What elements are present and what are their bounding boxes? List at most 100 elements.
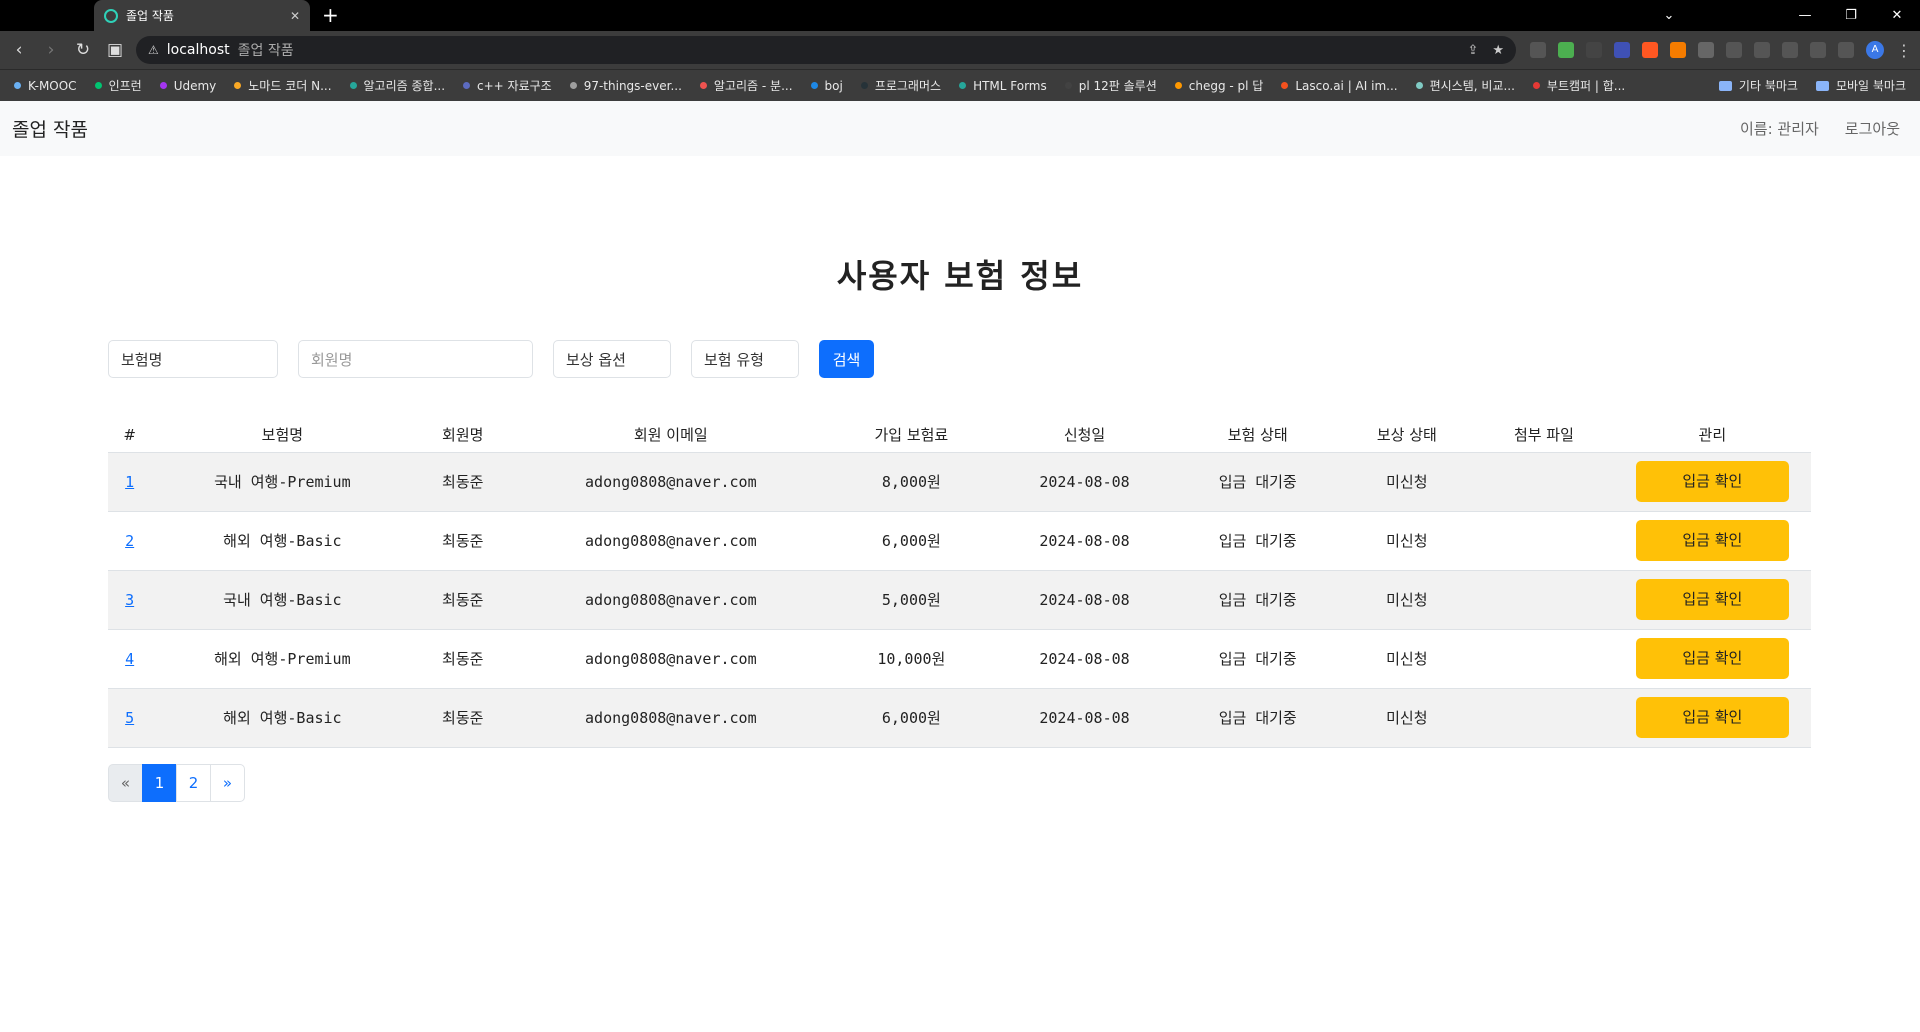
member-name-input[interactable]: 회원명 [298,340,533,378]
screenshot-icon[interactable] [1810,42,1826,58]
menu-kebab-icon[interactable]: ⋮ [1896,41,1912,60]
insurance-type-select[interactable]: 보험 유형 [691,340,799,378]
cell-file [1474,510,1614,570]
bookmark-favicon-icon [463,82,471,89]
bookmark-item[interactable]: boj [810,79,843,93]
cell-date: 2024-08-08 [993,510,1176,570]
bookmark-item[interactable]: 인프런 [94,77,142,94]
cell-comp: 미신청 [1339,451,1475,511]
insurance-table: # 보험명 회원명 회원 이메일 가입 보험료 신청일 보험 상태 보상 상태 첨부 파일 관리 … [108,418,1811,748]
bookmark-item[interactable]: 알고리즘 - 분... [699,77,793,94]
tab-strip-spacer [0,0,94,31]
forward-icon[interactable]: › [40,40,62,60]
bookmark-label: c++ 자료구조 [477,79,552,93]
row-id-link[interactable]: 1 [125,473,134,491]
tab-favicon-icon [104,8,118,23]
bookmark-star-icon[interactable]: ★ [1492,43,1504,58]
minimize-icon[interactable]: — [1782,0,1828,31]
extension-icon[interactable] [1614,42,1630,58]
extension-icon[interactable] [1530,42,1546,58]
bookmark-item[interactable]: 97-things-ever... [569,79,682,93]
logout-link[interactable]: 로그아웃 [1845,118,1900,139]
bookmark-favicon-icon [1415,82,1423,89]
cell-fee: 6,000원 [829,687,994,748]
metamask-icon[interactable] [1670,42,1686,58]
reading-list-icon[interactable] [1726,42,1742,58]
page-title: 사용자 보험 정보 [836,257,1084,295]
confirm-deposit-button[interactable]: 입금 확인 [1635,520,1789,561]
puzzle-icon[interactable] [1698,42,1714,58]
extension-icon[interactable] [1642,42,1658,58]
confirm-deposit-button[interactable]: 입금 확인 [1635,461,1789,502]
app-navbar: 졸업 작품 이름: 관리자 로그아웃 [0,101,1920,156]
table-row: 3 국내 여행-Basic 최동준 adong0808@naver.com 5,000원… [108,569,1811,629]
brand-title[interactable]: 졸업 작품 [12,115,88,142]
bookmark-folder[interactable]: 기타 북마크 [1718,77,1798,94]
table-header-row: # 보험명 회원명 회원 이메일 가입 보험료 신청일 보험 상태 보상 상태 첨부 파일 관리 [108,418,1811,452]
profile-avatar[interactable]: A [1866,41,1884,59]
share-icon[interactable]: ⇪ [1467,43,1478,58]
confirm-deposit-button[interactable]: 입금 확인 [1635,638,1789,679]
pagination-page-1[interactable]: 1 [142,763,177,802]
media-icon[interactable] [1782,42,1798,58]
cell-file [1474,628,1614,688]
bookmark-item[interactable]: 부트캠퍼 | 합... [1532,77,1625,94]
confirm-deposit-button[interactable]: 입금 확인 [1635,697,1789,738]
cell-id: 2 [108,510,152,570]
bookmark-item[interactable]: HTML Forms [959,79,1047,93]
cell-name: 국내 여행-Basic [151,569,414,629]
bookmark-item[interactable]: K-MOOC [14,79,77,93]
extension-icon[interactable] [1558,42,1574,58]
pagination-prev-button[interactable]: « [108,763,143,802]
new-tab-icon[interactable]: + [322,3,339,27]
bookmark-folder[interactable]: 모바일 북마크 [1815,77,1906,94]
column-header: 회원명 [442,426,484,445]
bookmark-item[interactable]: chegg - pl 답 [1174,77,1263,94]
bookmark-item[interactable]: 노마드 코더 N... [234,77,332,94]
row-id-link[interactable]: 4 [125,650,134,668]
close-window-icon[interactable]: ✕ [1874,0,1920,31]
cell-comp: 미신청 [1339,687,1475,748]
bookmark-label: 알고리즘 - 분... [713,79,793,93]
row-id-link[interactable]: 2 [125,532,134,550]
bookmark-item[interactable]: c++ 자료구조 [463,77,552,94]
compensation-option-select[interactable]: 보상 옵션 [553,340,671,378]
row-id-link[interactable]: 3 [125,591,134,609]
confirm-deposit-button[interactable]: 입금 확인 [1635,579,1789,620]
bookmark-item[interactable]: 프로그래머스 [860,77,941,94]
bookmark-item[interactable]: Lasco.ai | AI im... [1281,78,1398,93]
pagination-next-button[interactable]: » [210,763,245,802]
cell-file [1474,451,1614,511]
restore-icon[interactable]: ❐ [1828,0,1874,31]
tab-search-icon[interactable]: ⌄ [1646,0,1692,31]
sidepanel-icon[interactable] [1838,42,1854,58]
pagination-page-2[interactable]: 2 [176,763,211,802]
cell-email: adong0808@naver.com [512,687,830,748]
browser-tab[interactable]: 졸업 작품 ✕ [94,0,310,31]
cell-fee: 10,000원 [829,628,994,688]
warning-icon[interactable]: ⚠ [148,43,159,57]
bookmark-item[interactable]: Udemy [159,79,216,93]
extension-icon[interactable] [1586,42,1602,58]
bookmark-item[interactable]: 알고리즘 종합... [349,77,445,94]
row-id-link[interactable]: 5 [125,709,134,727]
bookmark-item[interactable]: pl 12판 솔루션 [1064,77,1157,94]
tab-close-icon[interactable]: ✕ [290,9,300,23]
download-icon[interactable] [1754,42,1770,58]
bookmark-favicon-icon [349,82,357,89]
bookmark-label: 노마드 코더 N... [248,79,332,93]
cell-email: adong0808@naver.com [512,510,830,570]
back-icon[interactable]: ‹ [8,40,30,60]
bookmark-item[interactable]: 편시스템, 비교... [1415,77,1515,94]
insurance-name-input[interactable]: 보험명 [108,340,278,378]
bookmark-favicon-icon [569,82,577,89]
extension-n-icon[interactable]: ▣ [104,40,126,60]
bookmark-favicon-icon [1281,82,1289,89]
cell-status: 입금 대기중 [1175,628,1340,688]
bookmark-label: Lasco.ai | AI im... [1295,78,1398,93]
omnibox[interactable]: ⚠ localhost 졸업 작품 ⇪ ★ [136,36,1516,64]
reload-icon[interactable]: ↻ [72,40,94,60]
cell-id: 4 [108,628,152,688]
search-button[interactable]: 검색 [819,340,874,378]
cell-id: 1 [108,451,152,511]
